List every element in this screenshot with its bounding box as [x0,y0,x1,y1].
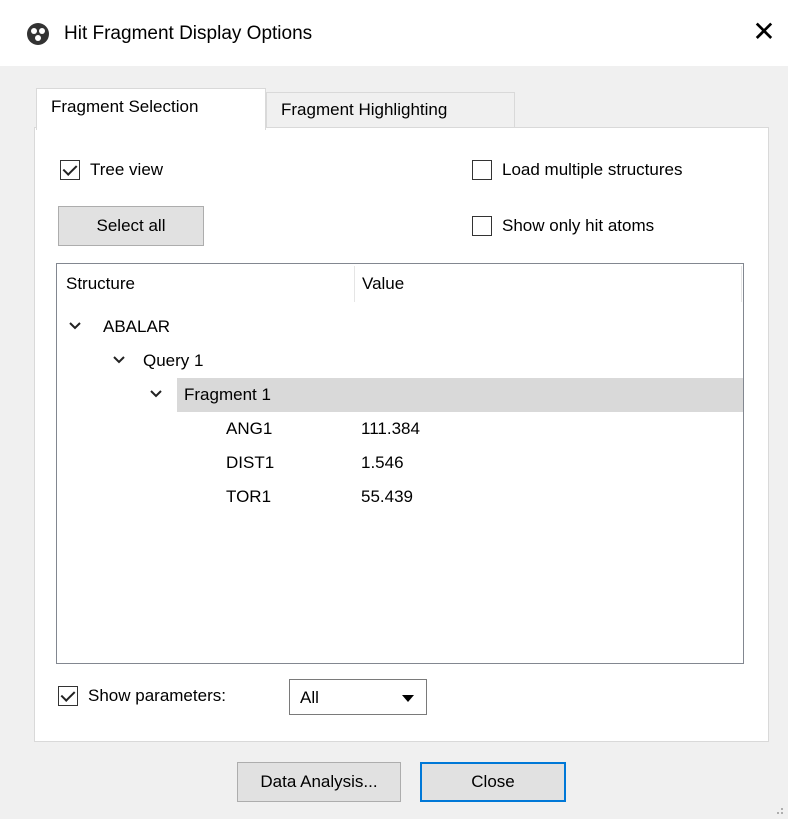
tree-row-label: DIST1 [226,453,275,472]
dropdown-arrow-icon [402,695,414,702]
tree-row-value: 1.546 [361,453,404,472]
title-bar: Hit Fragment Display Options ✕ [0,0,788,66]
tree-row-query-1[interactable]: Query 1 [57,344,743,378]
close-button[interactable]: Close [420,762,566,802]
load-multiple-structures-checkbox[interactable]: Load multiple structures [472,160,682,180]
checkbox-box[interactable] [58,686,78,706]
checkbox-box[interactable] [472,216,492,236]
checkbox-box[interactable] [472,160,492,180]
select-all-button[interactable]: Select all [58,206,204,246]
chevron-down-icon[interactable] [149,387,163,401]
tree-row-label: ABALAR [103,317,171,336]
tree-row-label: TOR1 [226,487,272,506]
column-divider [741,266,742,302]
tree-view-checkbox[interactable]: Tree view [60,160,163,180]
resize-grip-icon[interactable] [774,805,784,815]
molecule-icon [27,23,49,45]
tree-row-tor1[interactable]: TOR1 55.439 [57,480,743,514]
parameters-dropdown[interactable]: All [289,679,427,715]
show-only-hit-atoms-checkbox[interactable]: Show only hit atoms [472,216,654,236]
tree-row-dist1[interactable]: DIST1 1.546 [57,446,743,480]
tree-row-abalar[interactable]: ABALAR [57,310,743,344]
column-header-value[interactable]: Value [362,274,404,294]
window-title: Hit Fragment Display Options [64,23,313,44]
show-parameters-label: Show parameters: [88,686,226,705]
dropdown-selected-value: All [300,688,319,707]
tree-view-label: Tree view [90,160,164,179]
tree-row-label: Query 1 [143,351,204,370]
tab-fragment-highlighting[interactable]: Fragment Highlighting [266,92,515,128]
tree-row-value: 55.439 [361,487,413,506]
checkbox-box[interactable] [60,160,80,180]
show-only-hit-atoms-label: Show only hit atoms [502,216,655,235]
load-multiple-structures-label: Load multiple structures [502,160,683,179]
show-parameters-checkbox[interactable]: Show parameters: [58,686,226,706]
tree-header: Structure Value [57,264,743,308]
tree-row-value: 111.384 [361,419,420,438]
column-header-structure[interactable]: Structure [66,274,135,294]
close-window-icon[interactable]: ✕ [750,18,778,46]
tree-row-label: ANG1 [226,419,273,438]
tree-row-label: Fragment 1 [184,385,271,404]
structure-tree[interactable]: Structure Value ABALAR Query 1 Fragment … [56,263,744,664]
chevron-down-icon[interactable] [68,319,82,333]
tab-fragment-selection[interactable]: Fragment Selection [36,88,266,130]
data-analysis-button[interactable]: Data Analysis... [237,762,401,802]
chevron-down-icon[interactable] [112,353,126,367]
column-divider[interactable] [354,266,355,302]
tree-row-fragment-1[interactable]: Fragment 1 [57,378,743,412]
tree-row-ang1[interactable]: ANG1 111.384 [57,412,743,446]
